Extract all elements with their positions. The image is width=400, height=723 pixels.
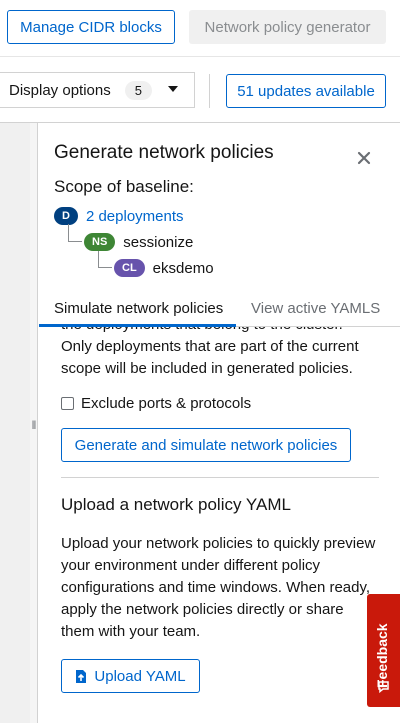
- panel-title: Generate network policies: [54, 142, 274, 163]
- cluster-badge: CL: [114, 259, 145, 277]
- exclude-ports-checkbox[interactable]: [61, 397, 74, 410]
- network-policy-generator-button[interactable]: Network policy generator: [189, 10, 386, 44]
- upload-yaml-label: Upload YAML: [94, 667, 186, 685]
- tree-connector: [68, 224, 82, 242]
- network-policy-generator-label: Network policy generator: [204, 18, 371, 36]
- section-divider: [61, 477, 379, 478]
- scope-note-line: Only deployments that are part of the cu…: [61, 338, 359, 355]
- generate-and-simulate-button[interactable]: Generate and simulate network policies: [61, 428, 351, 462]
- drag-handle-icon[interactable]: ‖: [31, 418, 37, 432]
- display-options-label: Display options: [9, 81, 111, 99]
- upload-description-line: them with your team.: [61, 623, 201, 640]
- toolbar-divider: [0, 56, 400, 57]
- upload-section-title: Upload a network policy YAML: [61, 495, 291, 514]
- active-tab-indicator: [39, 324, 236, 327]
- upload-description-line: your environment under different policy: [61, 557, 321, 574]
- namespace-badge: NS: [84, 233, 116, 251]
- display-options-count-badge: 5: [124, 80, 152, 100]
- upload-description-line: configurations and time windows. When re…: [61, 579, 371, 596]
- cluster-label: eksdemo: [152, 259, 214, 277]
- tab-simulate-network-policies[interactable]: Simulate network policies: [54, 300, 223, 317]
- manage-cidr-blocks-button[interactable]: Manage CIDR blocks: [7, 10, 175, 44]
- exclude-ports-label: Exclude ports & protocols: [81, 395, 252, 412]
- toolbar-bottom-border: [0, 122, 400, 123]
- upload-description-line: Upload your network policies to quickly …: [61, 535, 376, 552]
- manage-cidr-blocks-label: Manage CIDR blocks: [20, 18, 162, 36]
- feedback-icon: [378, 681, 389, 693]
- topology-background: [0, 123, 30, 723]
- updates-available-label: 51 updates available: [237, 82, 375, 100]
- scope-item-deployments: D 2 deployments: [54, 207, 184, 225]
- deployment-badge: D: [54, 207, 78, 225]
- scope-item-namespace: NS sessionize: [84, 233, 193, 251]
- upload-yaml-button[interactable]: Upload YAML: [61, 659, 200, 693]
- scope-note-line: scope will be included in generated poli…: [61, 360, 353, 377]
- generate-and-simulate-label: Generate and simulate network policies: [74, 436, 338, 454]
- scope-of-baseline-title: Scope of baseline:: [54, 177, 194, 196]
- toolbar-separator: [209, 74, 210, 108]
- tab-label: View active YAMLS: [251, 300, 381, 317]
- feedback-label: Feedback: [374, 623, 390, 688]
- feedback-button[interactable]: Feedback: [367, 594, 400, 707]
- tab-view-active-yamls[interactable]: View active YAMLS: [251, 300, 380, 317]
- upload-description-line: apply the network policies directly or s…: [61, 601, 344, 618]
- updates-available-button[interactable]: 51 updates available: [226, 74, 386, 108]
- display-options-dropdown[interactable]: Display options 5: [0, 72, 195, 108]
- tab-label: Simulate network policies: [54, 300, 224, 317]
- deployments-link[interactable]: 2 deployments: [86, 208, 184, 225]
- namespace-label: sessionize: [123, 233, 194, 251]
- file-upload-icon: [76, 669, 87, 683]
- panel-tabs: Simulate network policies View active YA…: [39, 293, 400, 327]
- scope-item-cluster: CL eksdemo: [114, 259, 214, 277]
- close-icon[interactable]: [356, 150, 372, 166]
- caret-down-icon: [168, 86, 178, 92]
- tree-connector: [98, 251, 112, 268]
